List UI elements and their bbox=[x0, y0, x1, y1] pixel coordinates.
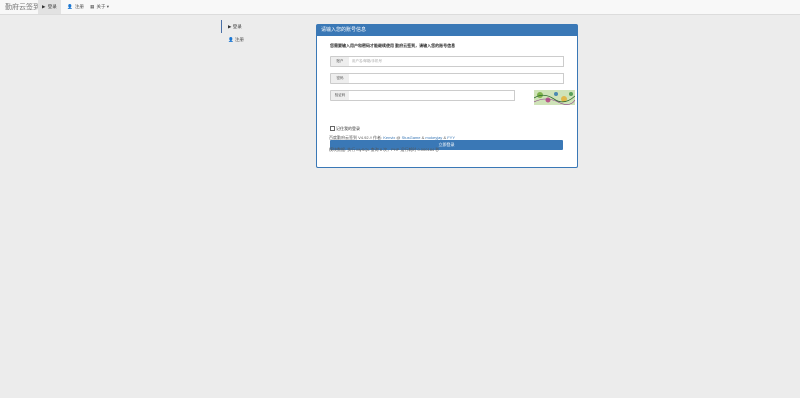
login-notice: 您需要输入用户和密码才能继续使用 勤府云签到，请输入您的账号信息 bbox=[330, 43, 456, 48]
nav-about-dropdown[interactable]: ▦ 关于 ▾ bbox=[86, 0, 113, 14]
play-icon: ▶ bbox=[228, 24, 232, 29]
user-icon: 👤 bbox=[67, 4, 73, 9]
runtime-stats: 模块数据: 执行 MySQL 查询 8 次，PHP 运行耗时 0.000184 … bbox=[329, 147, 440, 152]
captcha-image[interactable] bbox=[534, 90, 575, 105]
username-input[interactable]: 用户名/邮箱/手机号 bbox=[349, 56, 564, 67]
user-icon: 👤 bbox=[228, 37, 234, 42]
captcha-noise-graphic bbox=[534, 90, 575, 105]
credits-prefix: 百度勤府云签到 V4.92 // 作者: bbox=[329, 135, 383, 140]
side-nav: ▶ 登录 👤 注册 bbox=[221, 20, 281, 46]
username-row: 账户 用户名/邮箱/手机号 bbox=[330, 56, 564, 67]
remember-label: 记住我的登录 bbox=[336, 126, 360, 131]
top-navbar: 勤府云签到 ▶ 登录 👤 注册 ▦ 关于 ▾ bbox=[0, 0, 800, 15]
password-row: 密码 bbox=[330, 73, 564, 84]
credits-amp: & bbox=[421, 135, 425, 140]
nav-about-label: 关于 ▾ bbox=[96, 4, 110, 9]
remember-me[interactable]: 记住我的登录 bbox=[330, 126, 360, 132]
brand-title[interactable]: 勤府云签到 bbox=[5, 2, 40, 12]
grid-icon: ▦ bbox=[90, 4, 95, 9]
password-input[interactable] bbox=[349, 73, 564, 84]
sidebar-item-login[interactable]: ▶ 登录 bbox=[221, 20, 281, 33]
nav-register[interactable]: 👤 注册 bbox=[63, 0, 88, 14]
nav-login-label: 登录 bbox=[47, 4, 57, 9]
credits-at: @ bbox=[396, 135, 401, 140]
captcha-row: 验证码 bbox=[330, 90, 575, 106]
author-link-kenvix[interactable]: Kenvix bbox=[383, 135, 395, 140]
username-label: 账户 bbox=[330, 56, 350, 67]
sidebar-item-register[interactable]: 👤 注册 bbox=[221, 33, 281, 46]
captcha-label: 验证码 bbox=[330, 90, 350, 101]
sidebar-item-label: 注册 bbox=[234, 37, 244, 42]
credits-amp: & bbox=[443, 135, 447, 140]
author-link-fyy[interactable]: FYY bbox=[447, 135, 455, 140]
sidebar-item-label: 登录 bbox=[232, 24, 242, 29]
nav-login[interactable]: ▶ 登录 bbox=[38, 0, 61, 14]
password-label: 密码 bbox=[330, 73, 350, 84]
remember-checkbox[interactable] bbox=[330, 126, 335, 132]
author-link-stusgame[interactable]: StusGame bbox=[402, 135, 421, 140]
nav-register-label: 注册 bbox=[74, 4, 84, 9]
captcha-input[interactable] bbox=[349, 90, 515, 101]
panel-title: 请输入您的账号信息 bbox=[317, 25, 577, 36]
play-icon: ▶ bbox=[42, 4, 46, 9]
author-link-mokeyjay[interactable]: mokeyjay bbox=[425, 135, 442, 140]
credits-line: 百度勤府云签到 V4.92 // 作者: Kenvix @ StusGame &… bbox=[329, 135, 455, 141]
